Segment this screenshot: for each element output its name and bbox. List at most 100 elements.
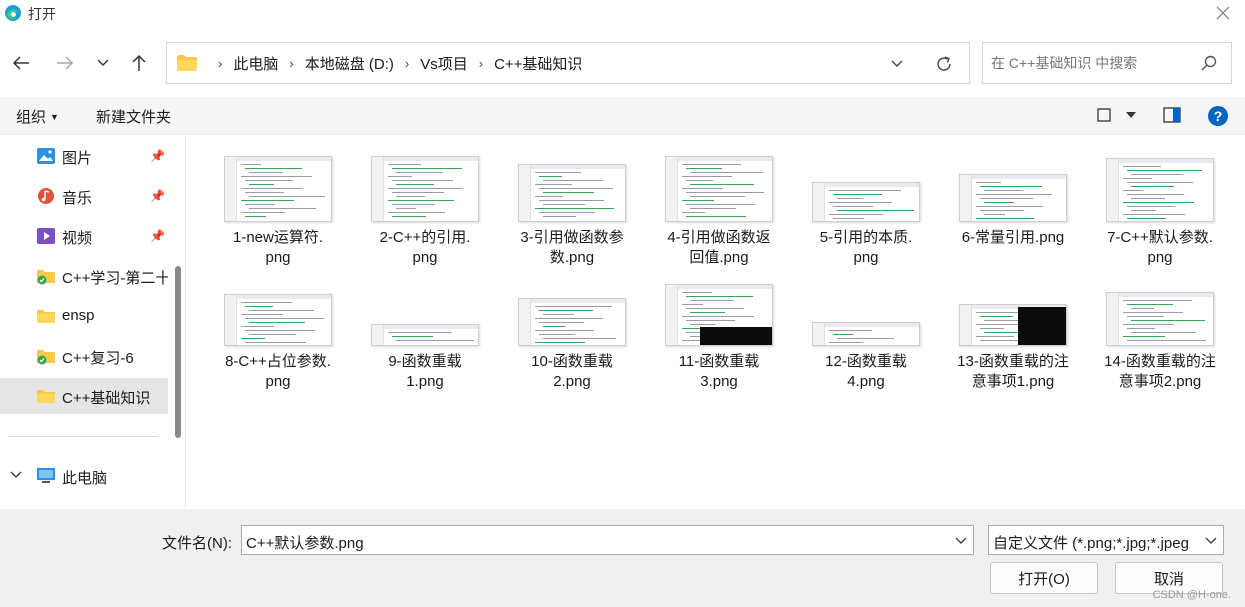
dialog-footer: 文件名(N): C++默认参数.png 自定义文件 (*.png;*.jpg;*… [0, 509, 1245, 607]
sidebar-item-cpp-basics[interactable]: C++基础知识 [0, 378, 168, 414]
file-name: 5-引用的本质. png [796, 228, 936, 268]
preview-pane-icon[interactable] [1163, 107, 1181, 123]
breadcrumb-separator-icon: › [404, 55, 410, 71]
organize-menu-button[interactable]: 组织 ▼ [16, 106, 59, 127]
file-name: 13-函数重载的注 意事项1.png [943, 352, 1083, 392]
organize-label: 组织 [16, 109, 47, 126]
view-mode-icon[interactable] [1097, 108, 1111, 122]
file-item[interactable]: 4-引用做函数返 回值.png [649, 142, 789, 266]
file-item[interactable]: 8-C++占位参数. png [208, 266, 348, 390]
thumbnail-container [649, 266, 789, 346]
file-item[interactable]: 13-函数重载的注 意事项1.png [943, 266, 1083, 390]
address-history-dropdown[interactable] [885, 53, 909, 75]
close-window-button[interactable] [1211, 2, 1235, 24]
file-thumbnail [812, 182, 920, 222]
sidebar-item-cpp-review[interactable]: C++复习-6 [0, 338, 168, 374]
breadcrumb-drive-d[interactable]: 本地磁盘 (D:) [305, 53, 394, 74]
breadcrumb-cpp-basics[interactable]: C++基础知识 [494, 53, 582, 74]
thumbnail-container [796, 142, 936, 222]
file-thumbnail [959, 174, 1067, 222]
file-thumbnail [665, 156, 773, 222]
search-box[interactable] [982, 42, 1232, 84]
navigation-pane: 图片 📌 音乐 📌 视频 📌 C++学习-第二十 ensp C++复习-6 C+… [0, 136, 186, 508]
folder-icon [177, 55, 197, 71]
sidebar-item-pictures[interactable]: 图片 📌 [0, 138, 168, 174]
title-bar: 打开 [0, 0, 1245, 26]
help-icon[interactable]: ? [1207, 105, 1229, 127]
filename-value[interactable]: C++默认参数.png [246, 532, 364, 553]
chevron-down-icon[interactable] [955, 532, 967, 548]
filename-label: 文件名(N): [162, 535, 232, 552]
sidebar-item-music[interactable]: 音乐 📌 [0, 178, 168, 214]
sidebar-item-this-pc[interactable]: 此电脑 [0, 458, 168, 494]
file-item[interactable]: 3-引用做函数参 数.png [502, 142, 642, 266]
sidebar-scrollbar[interactable] [175, 266, 181, 438]
filename-field[interactable]: C++默认参数.png [241, 525, 974, 555]
file-item[interactable]: 2-C++的引用. png [355, 142, 495, 266]
address-bar[interactable]: › 此电脑 › 本地磁盘 (D:) › Vs项目 › C++基础知识 [166, 42, 970, 84]
arrow-left-icon [12, 56, 29, 70]
file-thumbnail [959, 304, 1067, 346]
thumbnail-container [502, 266, 642, 346]
thumbnail-container [502, 142, 642, 222]
file-name-line: png [853, 249, 879, 266]
file-item[interactable]: 14-函数重载的注 意事项2.png [1090, 266, 1230, 390]
file-item[interactable]: 5-引用的本质. png [796, 142, 936, 266]
file-thumbnail [1106, 292, 1214, 346]
file-type-select[interactable]: 自定义文件 (*.png;*.jpg;*.jpeg [988, 525, 1224, 555]
thumbnail-container [208, 266, 348, 346]
watermark-text: CSDN @H-one. [1152, 589, 1231, 601]
file-name-line: 2.png [553, 373, 591, 390]
file-name-line: png [265, 249, 291, 266]
file-name: 9-函数重载 1.png [355, 352, 495, 392]
breadcrumb-this-pc[interactable]: 此电脑 [233, 53, 278, 74]
file-name-line: 意事项2.png [1118, 373, 1202, 390]
file-item[interactable]: 11-函数重载 3.png [649, 266, 789, 390]
breadcrumb-separator-icon: › [218, 55, 223, 71]
thumbnail-container [1090, 266, 1230, 346]
thumbnail-container [355, 142, 495, 222]
file-item[interactable]: 9-函数重载 1.png [355, 266, 495, 390]
computer-icon [37, 468, 55, 483]
music-icon [38, 188, 54, 204]
file-name: 10-函数重载 2.png [502, 352, 642, 392]
svg-text:?: ? [1214, 108, 1223, 124]
up-button[interactable] [126, 50, 152, 76]
file-name-line: 1-new运算符. [232, 229, 324, 246]
file-name-line: 2-C++的引用. [379, 229, 471, 246]
file-name-line: 11-函数重载 [678, 353, 760, 370]
open-button[interactable]: 打开(O) [990, 562, 1098, 594]
refresh-button[interactable] [931, 52, 957, 76]
chevron-down-icon[interactable] [10, 468, 22, 482]
window-title: 打开 [28, 6, 56, 22]
search-input[interactable] [991, 51, 1191, 75]
back-button[interactable] [8, 50, 34, 76]
file-name-line: 12-函数重载 [825, 353, 907, 370]
file-item[interactable]: 7-C++默认参数. png [1090, 142, 1230, 266]
breadcrumb-vs-projects[interactable]: Vs项目 [420, 53, 468, 74]
file-name: 6-常量引用.png [943, 228, 1083, 248]
search-icon[interactable] [1201, 55, 1217, 71]
sidebar-item-label: C++学习-第二十 [62, 270, 168, 287]
thumbnail-container [1090, 142, 1230, 222]
arrow-right-icon [57, 56, 74, 70]
sidebar-item-video[interactable]: 视频 📌 [0, 218, 168, 254]
file-name-line: png [1147, 249, 1173, 266]
file-item[interactable]: 12-函数重载 4.png [796, 266, 936, 390]
file-item[interactable]: 6-常量引用.png [943, 142, 1083, 262]
file-item[interactable]: 10-函数重载 2.png [502, 266, 642, 390]
folder-synced-icon [37, 350, 55, 365]
recent-locations-button[interactable] [90, 50, 116, 76]
view-options-dropdown-icon[interactable] [1126, 112, 1136, 118]
sidebar-item-ensp[interactable]: ensp [0, 298, 168, 334]
new-folder-button[interactable]: 新建文件夹 [96, 106, 171, 127]
file-thumbnail [518, 298, 626, 346]
file-name: 4-引用做函数返 回值.png [649, 228, 789, 268]
file-name: 2-C++的引用. png [355, 228, 495, 268]
file-name-line: 4-引用做函数返 [667, 229, 771, 246]
sidebar-item-cpp-study[interactable]: C++学习-第二十 [0, 258, 168, 294]
file-name-line: png [265, 373, 291, 390]
caret-down-icon: ▼ [50, 112, 59, 122]
file-item[interactable]: 1-new运算符. png [208, 142, 348, 266]
forward-button[interactable] [52, 50, 78, 76]
